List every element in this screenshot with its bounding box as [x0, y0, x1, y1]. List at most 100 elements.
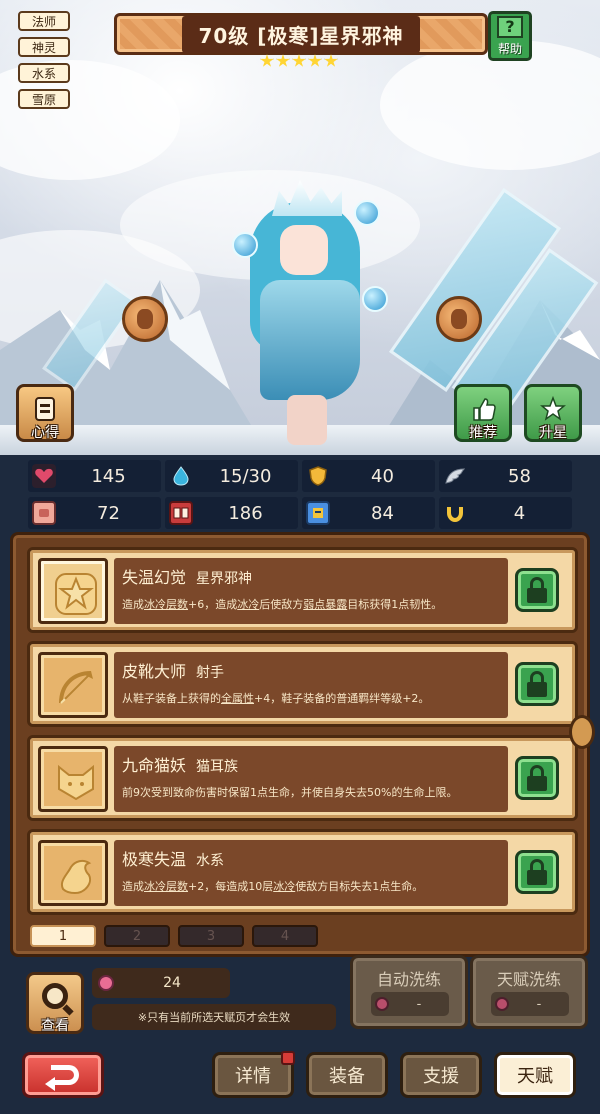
help-button[interactable]: ? 帮助	[488, 11, 532, 61]
keyword-link[interactable]: 冰冷	[273, 880, 295, 893]
nav-details-label: 详情	[235, 1066, 271, 1087]
talent-name: 极寒失温 水系	[122, 850, 225, 869]
lock-button[interactable]	[515, 662, 559, 706]
stat-value: 145	[91, 465, 126, 487]
keyword-link[interactable]: 弱点暴露	[303, 598, 347, 611]
page-tab-2[interactable]: 2	[104, 925, 170, 947]
stat-value: 58	[508, 465, 531, 487]
nav-equipment[interactable]: 装备	[306, 1052, 388, 1098]
lock-body	[527, 776, 547, 791]
talent-description: 从鞋子装备上获得的全属性+4，鞋子装备的普通羁绊等级+2。	[122, 692, 430, 705]
bronze-coin-icon	[436, 296, 482, 342]
upgrade-star-label: 升星	[539, 425, 567, 441]
talent-card-1[interactable]: 失温幻觉 星界邪神 造成冰冷层数+6，造成冰冷后使敌方弱点暴露目标获得1点韧性。	[27, 547, 578, 633]
nav-details[interactable]: 详情	[212, 1051, 295, 1098]
talent-type: 星界邪神	[196, 571, 253, 587]
stat-defense: 40	[302, 460, 435, 492]
notes-button[interactable]: 心得	[16, 384, 74, 442]
potion-count: 24	[163, 975, 181, 991]
thumbs-up-icon	[473, 398, 496, 421]
talent-card-3[interactable]: 九命猫妖 猫耳族 前9次受到致命伤害时保留1点生命，并使自身失去50%的生命上限。	[27, 735, 578, 821]
wash-cost-value: -	[416, 996, 422, 1012]
potion-icon	[495, 997, 509, 1011]
recommend-button[interactable]: 推荐	[454, 384, 512, 442]
star-icon	[324, 54, 338, 67]
ice-orb-icon	[232, 232, 258, 258]
heart-icon	[32, 464, 56, 488]
potion-icon	[98, 975, 114, 991]
stat-skill: 84	[302, 497, 435, 529]
page-tab-4[interactable]: 4	[252, 925, 318, 947]
talent-text: 九命猫妖 猫耳族 前9次受到致命伤害时保留1点生命，并使自身失去50%的生命上限。	[114, 746, 508, 812]
recommend-label: 推荐	[469, 425, 497, 441]
talent-name: 皮靴大师 射手	[122, 662, 225, 681]
nav-talent-label: 天赋	[517, 1066, 553, 1087]
spellbook-icon	[169, 501, 193, 525]
return-arrow-icon	[51, 1065, 79, 1085]
star-icon	[308, 54, 322, 67]
auto-wash-button[interactable]: 自动洗练 -	[350, 955, 468, 1029]
tag-snowfield[interactable]: 雪原	[18, 89, 70, 109]
cat-head-icon	[58, 764, 94, 801]
talent-type: 猫耳族	[196, 759, 239, 775]
star-rating	[260, 54, 338, 68]
upgrade-star-button[interactable]: 升星	[524, 384, 582, 442]
side-expand-tab[interactable]	[569, 715, 595, 749]
talent-name: 失温幻觉 星界邪神	[122, 568, 253, 587]
lock-body	[527, 682, 547, 697]
view-label: 查看	[41, 1018, 69, 1034]
talent-icon-box	[38, 652, 108, 718]
hero-face	[280, 225, 328, 275]
keyword-link[interactable]: 全属性	[221, 692, 254, 705]
talent-card-2[interactable]: 皮靴大师 射手 从鞋子装备上获得的全属性+4，鞋子装备的普通羁绊等级+2。	[27, 641, 578, 727]
lock-button[interactable]	[515, 850, 559, 894]
page-tab-3[interactable]: 3	[178, 925, 244, 947]
talent-icon-box	[38, 746, 108, 812]
stat-value: 84	[371, 502, 394, 524]
lock-button[interactable]	[515, 756, 559, 800]
stat-speed: 58	[439, 460, 572, 492]
hero-tags: 法师 神灵 水系 雪原	[18, 11, 70, 109]
lock-button[interactable]	[515, 568, 559, 612]
scroll-icon	[306, 501, 330, 525]
star-badge-icon	[55, 573, 97, 615]
talent-wash-button[interactable]: 天赋洗练 -	[470, 955, 588, 1029]
talent-text: 皮靴大师 射手 从鞋子装备上获得的全属性+4，鞋子装备的普通羁绊等级+2。	[114, 652, 508, 718]
tag-deity[interactable]: 神灵	[18, 37, 70, 57]
magnifier-handle	[62, 1004, 74, 1016]
question-mark-icon: ?	[497, 15, 523, 38]
tag-mage[interactable]: 法师	[18, 11, 70, 31]
keyword-link[interactable]: 冰冷层数	[144, 880, 188, 893]
keyword-link[interactable]: 冰冷层数	[144, 598, 188, 611]
tag-water[interactable]: 水系	[18, 63, 70, 83]
nav-support-label: 支援	[423, 1066, 459, 1087]
talent-icon-box	[38, 840, 108, 906]
lock-body	[527, 588, 547, 603]
hero-title-banner: 70级 [极寒]星界邪神	[114, 13, 488, 55]
water-drop-icon	[169, 464, 193, 488]
talent-card-4[interactable]: 极寒失温 水系 造成冰冷层数+2，每造成10层冰冷使敌方目标失去1点生命。	[27, 829, 578, 915]
view-button[interactable]: 查看	[26, 972, 84, 1034]
notebook-icon	[35, 397, 55, 421]
potion-icon	[375, 997, 389, 1011]
hero-dress	[260, 280, 360, 400]
nav-support[interactable]: 支援	[400, 1052, 482, 1098]
keyword-link[interactable]: 冰冷	[237, 598, 259, 611]
help-label: 帮助	[497, 41, 522, 56]
wash-cost: -	[491, 992, 569, 1016]
stat-value: 4	[513, 502, 526, 524]
talent-panel: 失温幻觉 星界邪神 造成冰冷层数+6，造成冰冷后使敌方弱点暴露目标获得1点韧性。 …	[10, 532, 595, 957]
page-tab-1[interactable]: 1	[30, 925, 96, 947]
horseshoe-icon	[443, 501, 467, 525]
star-icon	[292, 54, 306, 67]
talent-text: 极寒失温 水系 造成冰冷层数+2，每造成10层冰冷使敌方目标失去1点生命。	[114, 840, 508, 906]
wash-cost: -	[371, 992, 449, 1016]
hero-title: 70级 [极寒]星界邪神	[182, 15, 420, 53]
water-splash-icon	[61, 859, 92, 895]
stat-attack: 72	[28, 497, 161, 529]
star-badge-icon	[540, 396, 566, 421]
nav-talent[interactable]: 天赋	[494, 1052, 576, 1098]
talent-wash-label: 天赋洗练	[496, 970, 561, 989]
back-button[interactable]	[22, 1052, 104, 1098]
wing-icon	[443, 464, 467, 488]
